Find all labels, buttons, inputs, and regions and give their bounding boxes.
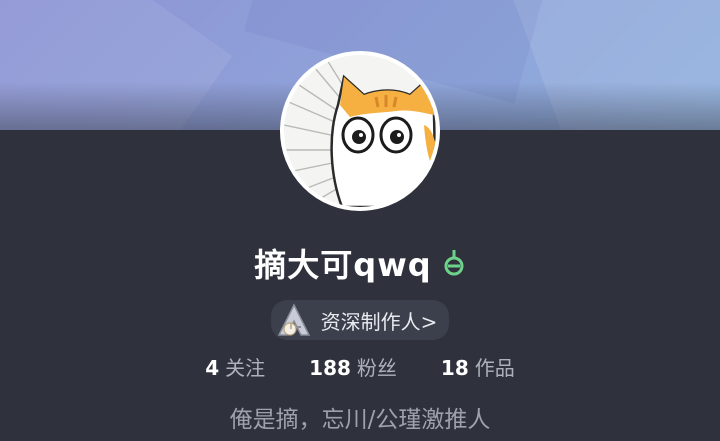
profile-name: 摘大可qwq [254, 246, 432, 284]
banner-decoration [0, 0, 233, 130]
profile-stats: 4 关注 188 粉丝 18 作品 [0, 352, 720, 381]
following-stat[interactable]: 4 关注 [205, 352, 265, 381]
creator-level-icon [277, 303, 310, 336]
works-stat[interactable]: 18 作品 [441, 352, 515, 381]
followers-stat[interactable]: 188 粉丝 [309, 352, 397, 381]
avatar[interactable] [280, 51, 440, 211]
creator-level-badge[interactable]: 资深制作人> [270, 300, 450, 340]
following-label: 关注 [225, 356, 266, 380]
creator-badge-row: 资深制作人> [0, 300, 720, 340]
works-count: 18 [440, 356, 469, 380]
creator-level-label: 资深制作人> [320, 309, 438, 334]
followers-count: 188 [309, 356, 351, 380]
profile-bio: 俺是摘，忘川/公瑾激推人 [229, 407, 491, 433]
male-icon [444, 250, 464, 276]
cat-avatar-image [284, 55, 436, 207]
followers-label: 粉丝 [356, 356, 397, 380]
banner-decoration [506, 0, 720, 130]
following-count: 4 [205, 356, 220, 380]
profile-name-row: 摘大可qwq [0, 240, 720, 286]
works-label: 作品 [474, 356, 515, 380]
